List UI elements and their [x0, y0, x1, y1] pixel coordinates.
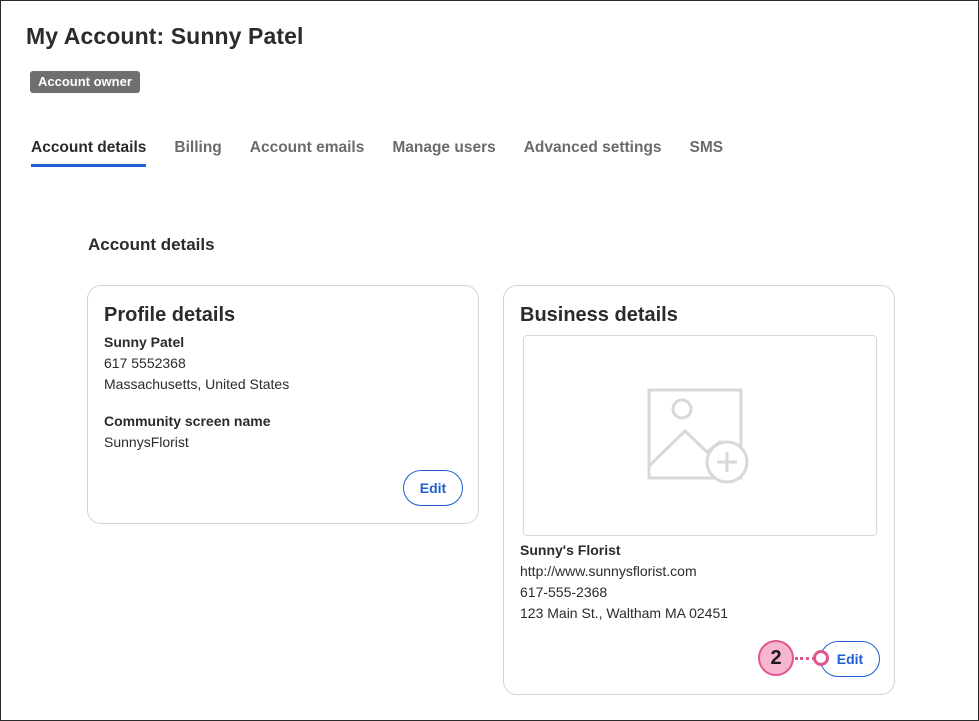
business-phone: 617-555-2368: [520, 584, 608, 600]
tab-account-emails[interactable]: Account emails: [250, 139, 365, 167]
community-screen-name-value: SunnysFlorist: [104, 434, 189, 450]
add-image-icon: [647, 388, 749, 483]
tab-advanced-settings[interactable]: Advanced settings: [524, 139, 662, 167]
profile-edit-button[interactable]: Edit: [403, 470, 463, 506]
callout-step-number: 2: [758, 640, 794, 676]
community-screen-name-label: Community screen name: [104, 413, 271, 429]
account-tabs: Account details Billing Account emails M…: [31, 139, 751, 167]
page-title: My Account: Sunny Patel: [26, 23, 304, 49]
account-owner-badge: Account owner: [30, 71, 140, 93]
tab-manage-users[interactable]: Manage users: [392, 139, 495, 167]
callout-target-marker: [813, 650, 829, 666]
business-logo-upload[interactable]: [523, 335, 877, 536]
profile-details-card: Profile details Sunny Patel 617 5552368 …: [87, 285, 479, 524]
profile-name: Sunny Patel: [104, 334, 185, 350]
profile-card-title: Profile details: [104, 304, 236, 326]
profile-location: Massachusetts, United States: [104, 376, 290, 392]
tab-billing[interactable]: Billing: [174, 139, 221, 167]
app-window: My Account: Sunny Patel Account owner Ac…: [0, 0, 979, 721]
callout-connector: [795, 657, 815, 660]
profile-phone: 617 5552368: [104, 355, 186, 371]
tab-account-details[interactable]: Account details: [31, 139, 147, 167]
business-details-card: Business details Sunny's Florist http://…: [503, 285, 895, 695]
business-card-title: Business details: [520, 304, 678, 326]
business-edit-button[interactable]: Edit: [820, 641, 880, 677]
section-heading: Account details: [88, 235, 215, 254]
business-website: http://www.sunnysflorist.com: [520, 563, 697, 579]
tab-sms[interactable]: SMS: [690, 139, 724, 167]
business-address: 123 Main St., Waltham MA 02451: [520, 605, 729, 621]
business-name: Sunny's Florist: [520, 542, 621, 558]
